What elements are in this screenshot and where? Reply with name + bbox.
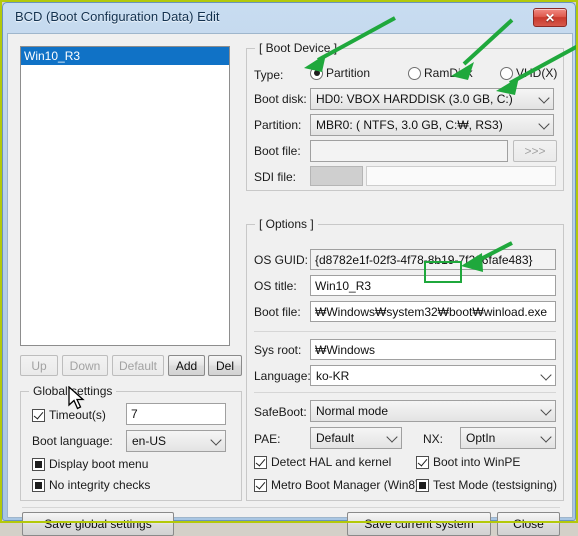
no-integrity-checks-label: No integrity checks [49, 478, 151, 492]
chevron-down-icon [386, 431, 398, 443]
global-settings-title: Global settings [29, 384, 117, 398]
boot-language-value: en-US [132, 434, 167, 448]
os-title-input[interactable]: Win10_R3 [310, 275, 556, 296]
checkbox-icon [254, 455, 267, 469]
checkbox-icon [416, 455, 429, 469]
boot-type-ramdisk-label: RamDisk [424, 66, 473, 80]
options-divider-2 [254, 392, 556, 393]
sys-root-input[interactable]: ₩Windows [310, 339, 556, 360]
save-global-settings-button[interactable]: Save global settings [22, 512, 174, 536]
nx-combo[interactable]: OptIn [460, 427, 556, 449]
boot-type-partition-label: Partition [326, 66, 371, 80]
sdi-file-input[interactable] [366, 166, 556, 186]
close-icon: ✕ [544, 10, 556, 25]
boot-disk-value: HD0: VBOX HARDDISK (3.0 GB, C:) [316, 92, 513, 106]
add-entry-button[interactable]: Add [168, 355, 205, 376]
timeout-label: Timeout(s) [49, 408, 106, 422]
close-button[interactable]: Close [497, 512, 560, 536]
client-area: Win10_R3 Up Down Default Add Del Global … [7, 33, 573, 536]
timeout-value-input[interactable]: 7 [126, 403, 226, 425]
nx-value: OptIn [466, 431, 496, 445]
boot-language-label: Boot language: [32, 434, 113, 448]
nx-label: NX: [423, 432, 444, 446]
sdi-file-prefix-box [310, 166, 363, 186]
chevron-down-icon [538, 118, 550, 130]
checkbox-icon [416, 478, 429, 492]
options-boot-file-label: Boot file: [254, 305, 301, 319]
boot-type-vhd-radio[interactable]: VHD(X) [500, 66, 557, 80]
boot-into-winpe-label: Boot into WinPE [433, 455, 521, 469]
radio-icon [310, 66, 323, 80]
checkbox-icon [32, 478, 45, 492]
device-boot-file-label: Boot file: [254, 144, 301, 158]
boot-entry-list[interactable]: Win10_R3 [20, 46, 230, 346]
checkbox-icon [32, 457, 45, 471]
safeboot-value: Normal mode [316, 404, 389, 418]
safeboot-label: SafeBoot: [254, 405, 307, 419]
boot-type-vhd-label: VHD(X) [516, 66, 558, 80]
detect-hal-label: Detect HAL and kernel [271, 455, 392, 469]
partition-label: Partition: [254, 118, 302, 132]
os-guid-input[interactable]: {d8782e1f-02f3-4f78-8b19-7f206fafe483} [310, 249, 556, 270]
application-window: BCD (Boot Configuration Data) Edit ✕ Win… [2, 2, 576, 536]
delete-entry-button[interactable]: Del [208, 355, 242, 376]
chevron-down-icon [538, 92, 550, 104]
boot-type-label: Type: [254, 68, 284, 82]
window-title: BCD (Boot Configuration Data) Edit [15, 9, 220, 24]
boot-device-title: [ Boot Device ] [255, 41, 342, 55]
os-guid-label: OS GUID: [254, 253, 309, 267]
set-default-button[interactable]: Default [112, 355, 164, 376]
display-boot-menu-checkbox[interactable]: Display boot menu [32, 457, 148, 471]
radio-icon [408, 66, 421, 80]
list-item[interactable]: Win10_R3 [21, 47, 229, 65]
os-title-label: OS title: [254, 279, 297, 293]
options-boot-file-input[interactable]: ₩Windows₩system32₩boot₩winload.exe [310, 301, 556, 322]
test-mode-checkbox[interactable]: Test Mode (testsigning) [416, 478, 557, 492]
checkbox-icon [32, 408, 45, 422]
move-down-button[interactable]: Down [62, 355, 108, 376]
device-boot-file-input[interactable] [310, 140, 508, 162]
sdi-file-label: SDI file: [254, 170, 297, 184]
detect-hal-checkbox[interactable]: Detect HAL and kernel [254, 455, 391, 469]
boot-language-combo[interactable]: en-US [126, 430, 226, 452]
move-up-button[interactable]: Up [20, 355, 58, 376]
save-current-system-button[interactable]: Save current system [347, 512, 491, 536]
chevron-down-icon [540, 431, 552, 443]
metro-boot-manager-checkbox[interactable]: Metro Boot Manager (Win8) [254, 478, 419, 492]
chevron-down-icon [540, 404, 552, 416]
title-bar: BCD (Boot Configuration Data) Edit ✕ [3, 3, 575, 33]
display-boot-menu-label: Display boot menu [49, 457, 149, 471]
chevron-down-icon [540, 368, 552, 381]
footer-divider [22, 507, 560, 508]
sys-root-label: Sys root: [254, 343, 302, 357]
options-divider-1 [254, 331, 556, 332]
language-value: ko-KR [316, 369, 350, 383]
pae-combo[interactable]: Default [310, 427, 402, 449]
metro-boot-manager-label: Metro Boot Manager (Win8) [271, 478, 420, 492]
boot-type-ramdisk-radio[interactable]: RamDisk [408, 66, 473, 80]
close-window-button[interactable]: ✕ [533, 8, 567, 27]
language-combo[interactable]: ko-KR [310, 365, 556, 386]
radio-icon [500, 66, 513, 80]
partition-combo[interactable]: MBR0: ( NTFS, 3.0 GB, C:₩, RS3) [310, 114, 554, 136]
safeboot-combo[interactable]: Normal mode [310, 400, 556, 422]
timeout-checkbox[interactable]: Timeout(s) [32, 408, 106, 422]
boot-disk-label: Boot disk: [254, 92, 307, 106]
boot-type-partition-radio[interactable]: Partition [310, 66, 370, 80]
boot-disk-combo[interactable]: HD0: VBOX HARDDISK (3.0 GB, C:) [310, 88, 554, 110]
device-boot-file-browse-button[interactable]: >>> [513, 140, 557, 162]
chevron-down-icon [210, 434, 222, 446]
checkbox-icon [254, 478, 267, 492]
boot-into-winpe-checkbox[interactable]: Boot into WinPE [416, 455, 520, 469]
partition-value: MBR0: ( NTFS, 3.0 GB, C:₩, RS3) [316, 118, 503, 132]
language-label: Language: [254, 369, 311, 383]
test-mode-label: Test Mode (testsigning) [433, 478, 558, 492]
no-integrity-checks-checkbox[interactable]: No integrity checks [32, 478, 150, 492]
pae-label: PAE: [254, 432, 281, 446]
options-title: [ Options ] [255, 217, 318, 231]
pae-value: Default [316, 431, 355, 445]
